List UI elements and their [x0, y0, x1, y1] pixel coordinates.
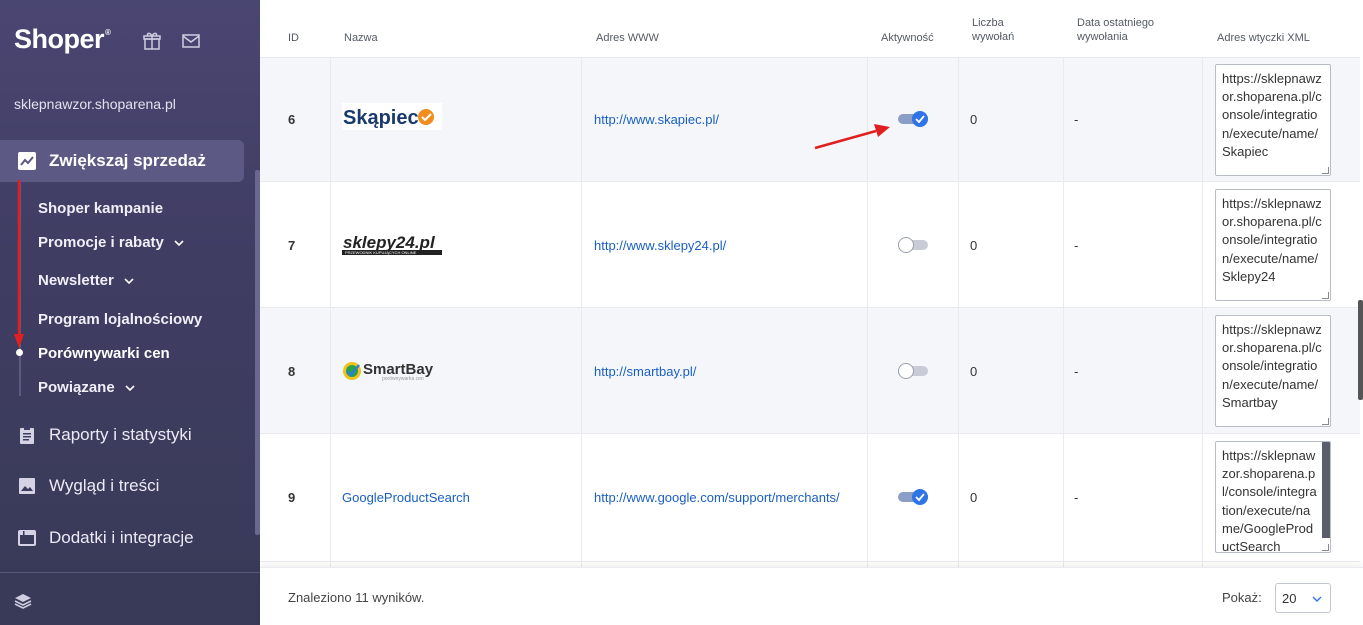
row-url-link[interactable]: http://smartbay.pl/	[594, 364, 696, 379]
clipboard-icon	[18, 426, 36, 444]
sidebar-item-label: Zwiększaj sprzedaż	[49, 151, 206, 170]
row-last-call: -	[1074, 112, 1079, 127]
row-url-link[interactable]: http://www.sklepy24.pl/	[594, 238, 726, 253]
sidebar: Shoper® sklepnawzor.shoparena.pl Zwiększ…	[0, 0, 260, 625]
row-id: 6	[288, 112, 296, 127]
gift-icon[interactable]	[142, 31, 162, 51]
row-id: 7	[288, 238, 296, 253]
toggle-knob	[898, 237, 914, 253]
row-calls: 0	[970, 490, 978, 505]
toggle-knob	[912, 489, 928, 505]
table-row: 6 Skąpiec http://www.skapiec.pl/ 0 - htt…	[260, 58, 1360, 182]
current-item-dot	[16, 349, 23, 356]
row-url-link[interactable]: http://www.skapiec.pl/	[594, 112, 719, 127]
column-divider	[1063, 0, 1064, 567]
sidebar-subitem-newsletter[interactable]: Newsletter	[38, 272, 135, 289]
toggle-knob	[898, 363, 914, 379]
row-last-call: -	[1074, 238, 1079, 253]
per-page-select[interactable]: 20	[1275, 583, 1331, 613]
image-icon	[18, 477, 36, 495]
check-icon	[915, 115, 925, 124]
column-divider	[1202, 0, 1203, 567]
xml-url-textarea[interactable]: https://sklepnawzor.shoparena.pl/console…	[1215, 315, 1331, 427]
chevron-down-icon	[124, 277, 134, 284]
skapiec-logo[interactable]: Skąpiec	[342, 103, 442, 130]
column-divider	[958, 0, 959, 567]
table-row: 9 GoogleProductSearch http://www.google.…	[260, 434, 1360, 562]
column-divider	[330, 0, 331, 567]
column-header-www[interactable]: Adres WWW	[596, 31, 659, 45]
column-divider	[581, 0, 582, 567]
smartbay-logo[interactable]: SmartBay porównywarka cen	[342, 357, 442, 383]
table-footer: Znaleziono 11 wyników. Pokaż: 20	[260, 567, 1363, 625]
column-header-id[interactable]: ID	[288, 31, 299, 45]
row-url-link[interactable]: http://www.google.com/support/merchants/	[594, 490, 840, 505]
sidebar-subitem-program-lojalnosciowy[interactable]: Program lojalnościowy	[38, 311, 202, 328]
active-toggle[interactable]	[898, 237, 928, 253]
row-last-call: -	[1074, 490, 1079, 505]
column-header-active[interactable]: Aktywność	[881, 31, 934, 45]
divider	[0, 572, 260, 573]
row-id: 9	[288, 490, 296, 505]
layers-icon[interactable]	[14, 592, 32, 610]
column-divider	[867, 0, 868, 567]
results-count: Znaleziono 11 wyników.	[288, 590, 425, 605]
table-row: 7 sklepy24.pl PRZEWODNIK KUPUJĄCYCH ONLI…	[260, 182, 1360, 308]
svg-text:PRZEWODNIK KUPUJĄCYCH ONLINE: PRZEWODNIK KUPUJĄCYCH ONLINE	[345, 250, 417, 255]
chevron-down-icon	[1312, 596, 1322, 602]
shop-name[interactable]: sklepnawzor.shoparena.pl	[14, 96, 176, 112]
table-row: 8 SmartBay porównywarka cen http://smart…	[260, 308, 1360, 434]
column-header-calls[interactable]: Liczba wywołań	[972, 16, 1014, 44]
sidebar-subitem-porownywarki-cen[interactable]: Porównywarki cen	[38, 345, 170, 362]
row-calls: 0	[970, 364, 978, 379]
toggle-knob	[912, 111, 928, 127]
sidebar-item-label: Dodatki i integracje	[49, 528, 194, 547]
row-last-call: -	[1074, 364, 1079, 379]
xml-url-textarea[interactable]: https://sklepnawzor.shoparena.pl/console…	[1215, 189, 1331, 301]
mail-icon[interactable]	[181, 31, 201, 51]
submenu-line	[19, 182, 21, 396]
active-toggle[interactable]	[898, 363, 928, 379]
textarea-scrollbar[interactable]	[1322, 442, 1330, 538]
main-content: 6 Skąpiec http://www.skapiec.pl/ 0 - htt…	[260, 0, 1363, 625]
column-header-last-call[interactable]: Data ostatniego wywołania	[1077, 16, 1154, 44]
xml-url-textarea[interactable]: https://sklepnawzor.shoparena.pl/console…	[1215, 64, 1331, 176]
column-header-xml[interactable]: Adres wtyczki XML	[1217, 31, 1310, 45]
sklepy24-logo[interactable]: sklepy24.pl PRZEWODNIK KUPUJĄCYCH ONLINE	[342, 231, 442, 257]
chart-line-icon	[18, 152, 36, 170]
row-name-link[interactable]: GoogleProductSearch	[342, 490, 470, 505]
resize-grip[interactable]	[1322, 544, 1329, 551]
xml-url-textarea[interactable]: https://sklepnawzor.shoparena.pl/console…	[1215, 441, 1331, 553]
active-toggle[interactable]	[898, 489, 928, 505]
sidebar-subitem-shoper-kampanie[interactable]: Shoper kampanie	[38, 200, 163, 217]
resize-grip[interactable]	[1322, 418, 1329, 425]
svg-text:Skąpiec: Skąpiec	[343, 107, 419, 129]
shoper-logo[interactable]: Shoper®	[14, 24, 111, 55]
row-id: 8	[288, 364, 296, 379]
sidebar-subitem-promocje[interactable]: Promocje i rabaty	[38, 234, 185, 251]
sidebar-item-dodatki[interactable]: Dodatki i integracje	[18, 528, 194, 548]
row-calls: 0	[970, 238, 978, 253]
page-scrollbar[interactable]	[1358, 300, 1363, 400]
chevron-down-icon	[174, 239, 184, 246]
table-header: ID Nazwa Adres WWW Aktywność Liczba wywoł…	[260, 0, 1360, 58]
chevron-down-icon	[125, 384, 135, 391]
sidebar-subitem-powiazane[interactable]: Powiązane	[38, 379, 136, 396]
per-page-label: Pokaż:	[1222, 590, 1262, 605]
column-header-name[interactable]: Nazwa	[344, 31, 378, 45]
svg-text:porównywarka cen: porównywarka cen	[382, 376, 424, 382]
check-icon	[915, 493, 925, 502]
sidebar-item-label: Wygląd i treści	[49, 476, 160, 495]
sidebar-item-zwiekszaj-sprzedaz[interactable]: Zwiększaj sprzedaż	[0, 140, 244, 182]
sidebar-item-label: Raporty i statystyki	[49, 425, 192, 444]
window-icon	[18, 529, 36, 547]
resize-grip[interactable]	[1322, 292, 1329, 299]
active-toggle[interactable]	[898, 111, 928, 127]
sidebar-item-raporty[interactable]: Raporty i statystyki	[18, 425, 192, 445]
resize-grip[interactable]	[1322, 167, 1329, 174]
sidebar-item-wyglad[interactable]: Wygląd i treści	[18, 476, 159, 496]
row-calls: 0	[970, 112, 978, 127]
